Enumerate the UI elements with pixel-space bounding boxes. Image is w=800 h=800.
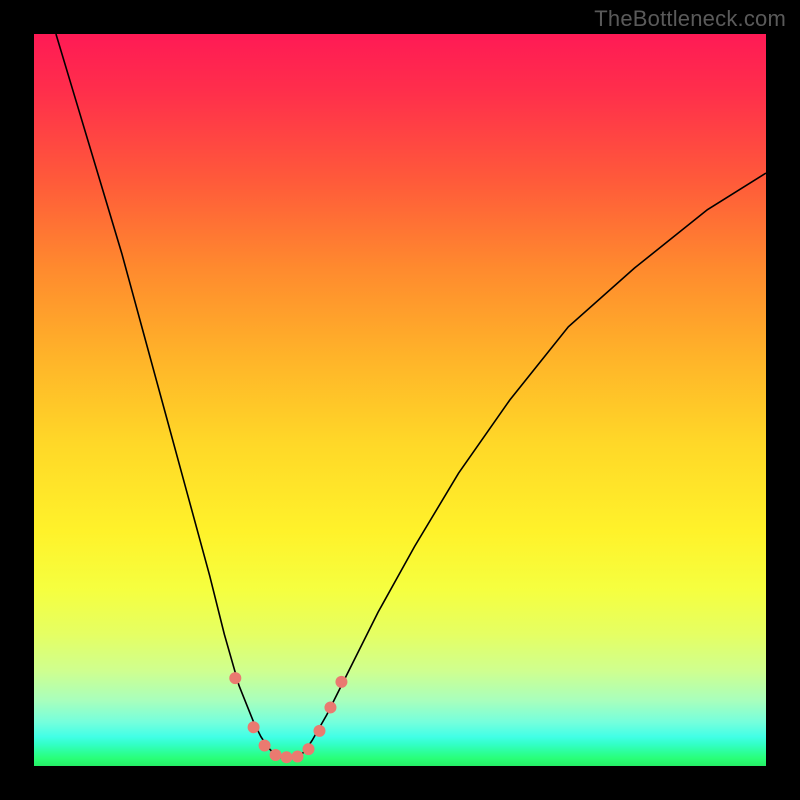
bottleneck-curve — [56, 34, 766, 759]
chart-canvas: TheBottleneck.com — [0, 0, 800, 800]
curve-marker — [281, 751, 293, 763]
curve-marker — [270, 749, 282, 761]
curve-marker — [313, 725, 325, 737]
curve-marker — [259, 740, 271, 752]
curve-group — [56, 34, 766, 759]
chart-svg — [34, 34, 766, 766]
curve-marker — [303, 743, 315, 755]
curve-marker — [324, 701, 336, 713]
plot-area — [34, 34, 766, 766]
curve-markers — [229, 672, 347, 763]
curve-marker — [292, 750, 304, 762]
curve-marker — [229, 672, 241, 684]
watermark-text: TheBottleneck.com — [594, 6, 786, 32]
curve-marker — [335, 676, 347, 688]
curve-marker — [248, 721, 260, 733]
